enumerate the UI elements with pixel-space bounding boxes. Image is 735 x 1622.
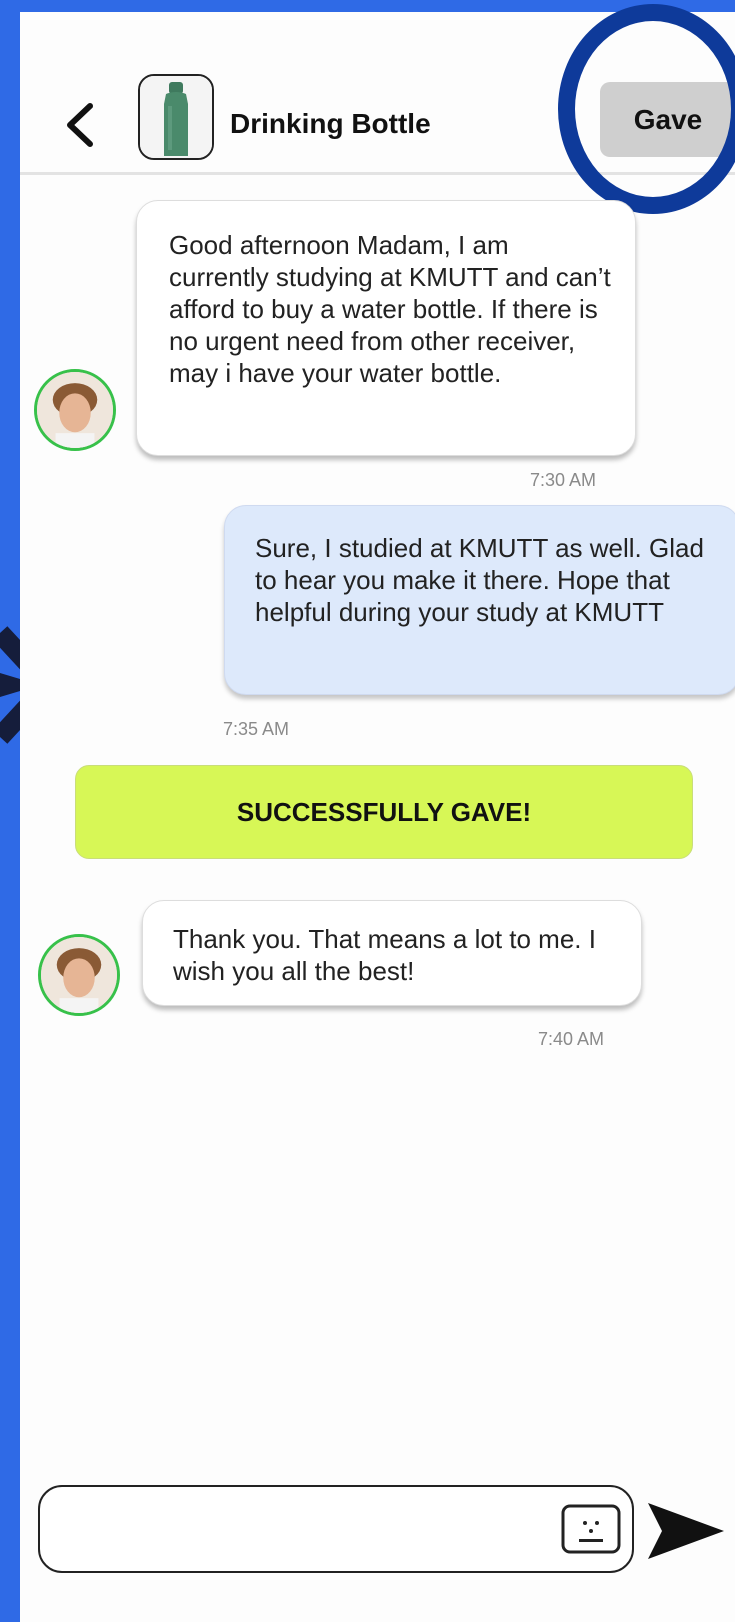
item-thumbnail: [138, 74, 214, 160]
avatar: [34, 369, 116, 451]
message-bubble-incoming: Thank you. That means a lot to me. I wis…: [142, 900, 642, 1006]
person-icon: [37, 372, 113, 448]
message-input[interactable]: [58, 1501, 542, 1559]
keyboard-icon[interactable]: [560, 1503, 622, 1555]
chat-header: Drinking Bottle Gave: [20, 4, 735, 214]
person-icon: [41, 937, 117, 1013]
message-timestamp: 7:40 AM: [538, 1029, 605, 1049]
bottle-icon: [140, 76, 212, 158]
send-icon[interactable]: [646, 1499, 726, 1563]
message-timestamp: 7:30 AM: [530, 470, 597, 490]
avatar: [38, 934, 120, 1016]
message-composer: [38, 1485, 634, 1573]
message-bubble-incoming: Good afternoon Madam, I am currently stu…: [136, 200, 636, 456]
message-timestamp: 7:35 AM: [223, 719, 290, 739]
chat-screen: Drinking Bottle Gave Good afternoon Mada…: [20, 4, 735, 1622]
chevron-left-icon[interactable]: [60, 100, 100, 150]
page-title: Drinking Bottle: [230, 108, 431, 139]
gave-button[interactable]: Gave: [600, 82, 735, 157]
success-banner: SUCCESSFULLY GAVE!: [75, 765, 693, 859]
message-bubble-outgoing: Sure, I studied at KMUTT as well. Glad t…: [224, 505, 735, 695]
